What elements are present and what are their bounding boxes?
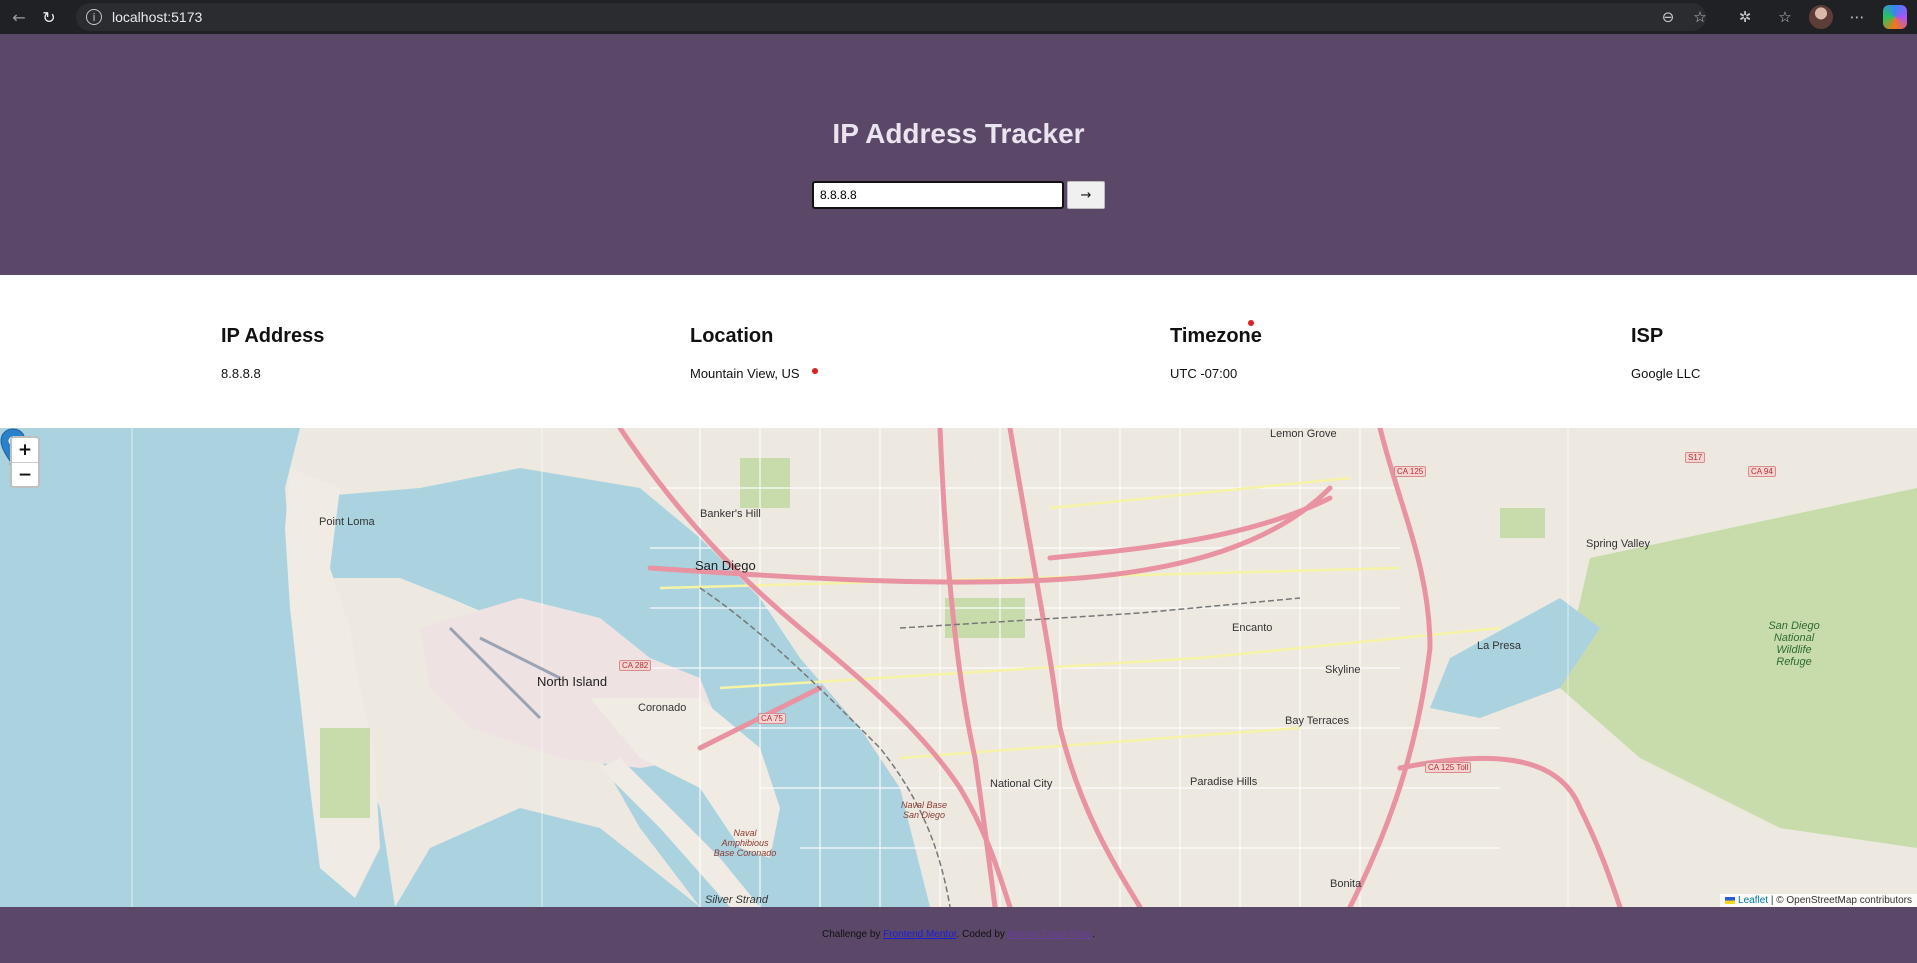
marker-dot bbox=[812, 368, 818, 374]
favorites-icon[interactable]: ☆ bbox=[1773, 5, 1797, 29]
zoom-control: + − bbox=[10, 436, 40, 488]
map-label-skyline: Skyline bbox=[1325, 664, 1361, 676]
more-icon[interactable]: ⋯ bbox=[1845, 5, 1869, 29]
frontend-mentor-link[interactable]: Frontend Mentor bbox=[883, 929, 956, 940]
route-shield-ca125-toll: CA 125 Toll bbox=[1425, 762, 1472, 773]
timezone-value: UTC -07:00 bbox=[1170, 366, 1238, 381]
url-text: localhost:5173 bbox=[112, 9, 203, 25]
route-shield-s17: S17 bbox=[1685, 452, 1706, 463]
map-label-national-city: National City bbox=[990, 778, 1053, 790]
osm-attribution-text: | © OpenStreetMap contributors bbox=[1770, 895, 1912, 906]
copilot-icon[interactable] bbox=[1883, 5, 1907, 29]
route-shield-ca75: CA 75 bbox=[758, 713, 786, 724]
browser-toolbar: ← ↻ i localhost:5173 ⊖ ☆ ✲ ☆ ⋯ bbox=[0, 0, 1917, 34]
header: IP Address Tracker → bbox=[0, 34, 1917, 275]
map-label-encanto: Encanto bbox=[1232, 622, 1273, 634]
map-label-refuge: San Diego National Wildlife Refuge bbox=[1768, 620, 1820, 668]
map-label-bay-terraces: Bay Terraces bbox=[1285, 715, 1349, 727]
map-attribution: Leaflet | © OpenStreetMap contributors bbox=[1720, 894, 1917, 907]
ip-info-panel: IP Address 8.8.8.8 Location Mountain Vie… bbox=[0, 275, 1917, 428]
timezone-label: Timezone bbox=[1170, 325, 1262, 347]
zoom-out-button[interactable]: − bbox=[12, 462, 38, 486]
map-label-bankers-hill: Banker's Hill bbox=[700, 508, 761, 520]
back-icon[interactable]: ← bbox=[6, 4, 32, 30]
map-view[interactable]: San Diego North Island Coronado Point Lo… bbox=[0, 428, 1917, 907]
info-icon[interactable]: i bbox=[86, 9, 102, 25]
location-value: Mountain View, US bbox=[690, 366, 800, 381]
extensions-icon[interactable]: ✲ bbox=[1733, 5, 1757, 29]
avatar[interactable] bbox=[1809, 5, 1833, 29]
map-label-north-island: North Island bbox=[537, 674, 608, 689]
map-label-naval-base: Naval Base San Diego bbox=[900, 800, 948, 820]
map-label-spring-valley: Spring Valley bbox=[1586, 538, 1650, 550]
star-icon[interactable]: ☆ bbox=[1688, 5, 1712, 29]
footer-middle: . Coded by bbox=[956, 929, 1005, 940]
page-title: IP Address Tracker bbox=[832, 118, 1085, 149]
ip-address-label: IP Address bbox=[221, 325, 325, 347]
map-label-paradise-hills: Paradise Hills bbox=[1190, 776, 1258, 788]
ip-address-block: IP Address 8.8.8.8 bbox=[221, 325, 324, 381]
map-label-naval-amphibious: Naval Amphibious Base Coronado bbox=[713, 828, 777, 858]
map-label-point-loma: Point Loma bbox=[319, 516, 375, 528]
isp-block: ISP Google LLC bbox=[1631, 325, 1700, 381]
map-label-san-diego: San Diego bbox=[695, 558, 756, 573]
route-shield-ca125: CA 125 bbox=[1394, 466, 1427, 477]
zoom-in-button[interactable]: + bbox=[12, 438, 38, 462]
footer-suffix: . bbox=[1092, 929, 1095, 940]
timezone-block: Timezone UTC -07:00 bbox=[1170, 325, 1262, 381]
isp-label: ISP bbox=[1631, 325, 1664, 347]
map-tiles bbox=[0, 428, 1917, 907]
marker-dot bbox=[1248, 320, 1254, 326]
route-shield-ca282: CA 282 bbox=[619, 660, 652, 671]
ip-search-input[interactable] bbox=[812, 181, 1064, 209]
ukraine-flag-icon bbox=[1725, 896, 1736, 904]
isp-value: Google LLC bbox=[1631, 366, 1701, 381]
author-link[interactable]: Ammar Daud Khan bbox=[1007, 929, 1092, 940]
ip-address-value: 8.8.8.8 bbox=[221, 366, 261, 381]
address-bar[interactable]: i localhost:5173 bbox=[76, 3, 1706, 31]
footer: Challenge by Frontend Mentor. Coded by A… bbox=[0, 907, 1917, 963]
reload-icon[interactable]: ↻ bbox=[36, 4, 62, 30]
map-label-coronado: Coronado bbox=[638, 702, 687, 714]
footer-prefix: Challenge by bbox=[822, 929, 881, 940]
map-label-la-presa: La Presa bbox=[1477, 640, 1522, 652]
search-submit-button[interactable]: → bbox=[1067, 181, 1105, 209]
leaflet-link[interactable]: Leaflet bbox=[1738, 895, 1768, 906]
map-label-silver-strand: Silver Strand bbox=[705, 894, 768, 906]
map-label-lemon-grove: Lemon Grove bbox=[1270, 428, 1337, 440]
map-label-bonita: Bonita bbox=[1330, 878, 1362, 890]
location-label: Location bbox=[690, 325, 774, 347]
zoom-out-icon[interactable]: ⊖ bbox=[1656, 5, 1680, 29]
route-shield-ca94: CA 94 bbox=[1748, 466, 1776, 477]
location-block: Location Mountain View, US bbox=[690, 325, 800, 381]
